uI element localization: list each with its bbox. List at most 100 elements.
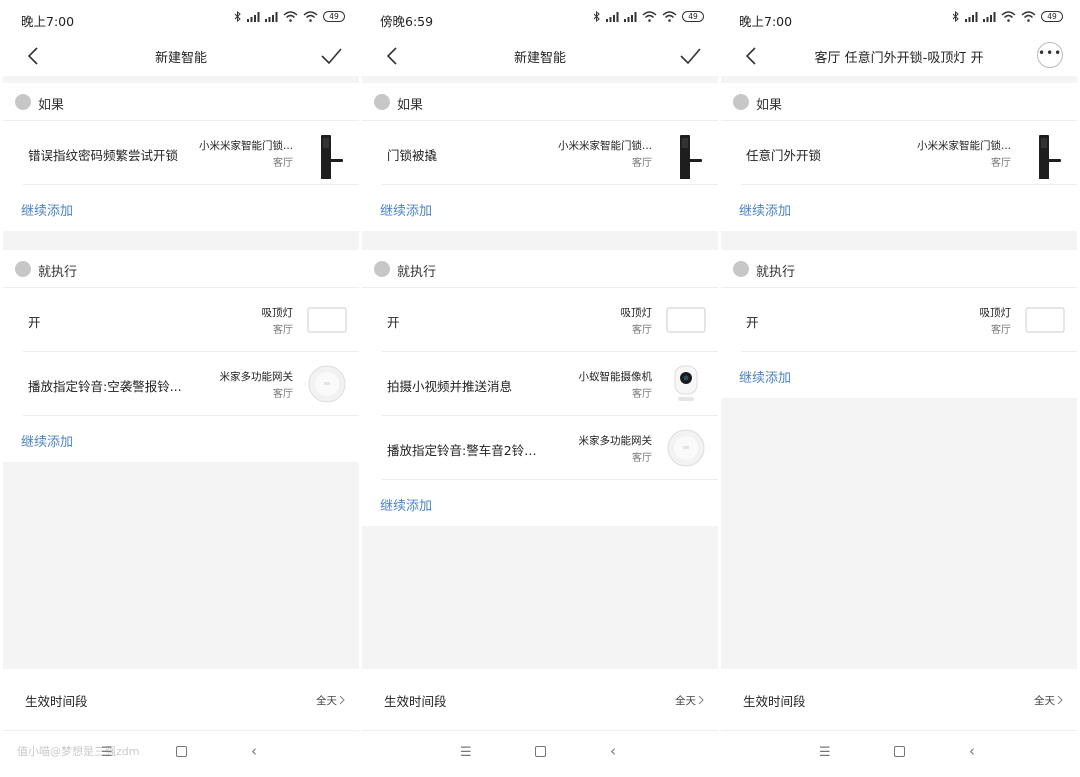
title-bar: 新建智能 bbox=[3, 36, 359, 76]
condition-row[interactable]: 门锁被撬 小米米家智能门锁... 客厅 bbox=[362, 121, 718, 185]
wifi-icon bbox=[283, 11, 298, 22]
back-icon[interactable] bbox=[741, 45, 763, 67]
wifi-icon bbox=[1001, 11, 1016, 22]
confirm-check-icon[interactable] bbox=[678, 45, 702, 67]
bluetooth-icon bbox=[593, 11, 600, 22]
add-condition-link[interactable]: 继续添加 bbox=[739, 200, 791, 219]
home-icon[interactable] bbox=[535, 746, 546, 757]
confirm-check-icon[interactable] bbox=[319, 45, 343, 67]
status-icons: 49 bbox=[593, 11, 704, 22]
signal-hd-icon bbox=[265, 11, 278, 22]
add-condition-link[interactable]: 继续添加 bbox=[380, 200, 432, 219]
add-condition-link[interactable]: 继续添加 bbox=[21, 200, 73, 219]
camera-icon bbox=[674, 365, 698, 401]
add-action-link[interactable]: 继续添加 bbox=[380, 495, 432, 514]
back-icon[interactable] bbox=[23, 45, 45, 67]
device-room: 客厅 bbox=[273, 158, 293, 169]
screen-1: 晚上7:00 49 新建智能 如果 错误指纹密码频繁尝试开锁 小米米家智能门锁.… bbox=[3, 0, 359, 777]
condition-label: 错误指纹密码频繁尝试开锁 bbox=[28, 148, 179, 163]
chevron-right-icon bbox=[698, 695, 704, 705]
device-room: 客厅 bbox=[632, 453, 652, 464]
status-icons: 49 bbox=[234, 11, 345, 22]
screens-container: 晚上7:00 49 新建智能 如果 错误指纹密码频繁尝试开锁 小米米家智能门锁.… bbox=[0, 0, 1080, 777]
condition-label: 门锁被撬 bbox=[387, 148, 438, 163]
page-title: 新建智能 bbox=[154, 51, 207, 66]
action-row[interactable]: 开 吸顶灯 客厅 bbox=[3, 288, 359, 352]
home-icon[interactable] bbox=[176, 746, 187, 757]
system-nav-bar: 值小喵@梦想是三强zdm ☰ ‹ bbox=[3, 731, 359, 777]
action-row[interactable]: 开 吸顶灯 客厅 bbox=[362, 288, 718, 352]
device-room: 客厅 bbox=[991, 325, 1011, 336]
gateway-icon bbox=[667, 429, 705, 467]
action-row[interactable]: 开 吸顶灯 客厅 bbox=[721, 288, 1077, 352]
action-row[interactable]: 播放指定铃音:警车音2铃声... 米家多功能网关 客厅 bbox=[362, 416, 718, 480]
nav-back-icon[interactable]: ‹ bbox=[969, 742, 975, 760]
ceiling-light-icon bbox=[666, 307, 706, 333]
effective-time-row[interactable]: 生效时间段 全天 bbox=[3, 669, 359, 731]
screen-2: 傍晚6:59 49 新建智能 如果 门锁被撬 小米米家智能门锁... 客厅 继续… bbox=[362, 0, 718, 777]
battery-icon: 49 bbox=[682, 11, 704, 22]
device-name: 吸顶灯 bbox=[261, 307, 294, 319]
add-action-row: 继续添加 bbox=[3, 416, 359, 462]
device-name: 小米米家智能门锁... bbox=[557, 140, 652, 152]
system-nav-bar: ☰ ‹ bbox=[721, 731, 1077, 777]
ceiling-light-icon bbox=[307, 307, 347, 333]
condition-label: 任意门外开锁 bbox=[746, 148, 822, 163]
device-name: 小米米家智能门锁... bbox=[916, 140, 1011, 152]
device-room: 客厅 bbox=[991, 158, 1011, 169]
add-action-link[interactable]: 继续添加 bbox=[21, 431, 73, 450]
back-icon[interactable] bbox=[382, 45, 404, 67]
then-label: 就执行 bbox=[397, 265, 437, 280]
effective-time-value: 全天 bbox=[675, 695, 696, 707]
bluetooth-icon bbox=[952, 11, 959, 22]
then-label: 就执行 bbox=[756, 265, 796, 280]
screen-3: 晚上7:00 49 客厅 任意门外开锁-吸顶灯 开 ••• 如果 任意门外开锁 … bbox=[721, 0, 1077, 777]
status-time: 晚上7:00 bbox=[21, 14, 75, 29]
device-room: 客厅 bbox=[632, 158, 652, 169]
action-label: 开 bbox=[746, 315, 759, 330]
action-row[interactable]: 播放指定铃音:空袭警报铃... 米家多功能网关 客厅 bbox=[3, 352, 359, 416]
device-name: 米家多功能网关 bbox=[578, 435, 653, 447]
device-room: 客厅 bbox=[273, 389, 293, 400]
device-room: 客厅 bbox=[632, 325, 652, 336]
effective-time-row[interactable]: 生效时间段 全天 bbox=[362, 669, 718, 731]
nav-back-icon[interactable]: ‹ bbox=[610, 742, 616, 760]
ceiling-light-icon bbox=[1025, 307, 1065, 333]
condition-row[interactable]: 任意门外开锁 小米米家智能门锁... 客厅 bbox=[721, 121, 1077, 185]
device-name: 小米米家智能门锁... bbox=[198, 140, 293, 152]
if-label: 如果 bbox=[756, 98, 783, 113]
device-name: 吸顶灯 bbox=[979, 307, 1012, 319]
then-label: 就执行 bbox=[38, 265, 78, 280]
device-room: 客厅 bbox=[273, 325, 293, 336]
menu-icon[interactable]: ☰ bbox=[819, 745, 831, 760]
list-icon bbox=[374, 94, 390, 110]
list-icon bbox=[733, 94, 749, 110]
effective-time-label: 生效时间段 bbox=[25, 694, 88, 709]
action-label: 开 bbox=[387, 315, 400, 330]
signal-icon bbox=[965, 11, 978, 22]
add-action-link[interactable]: 继续添加 bbox=[739, 367, 791, 386]
action-label: 拍摄小视频并推送消息 bbox=[387, 379, 513, 394]
more-options-icon[interactable]: ••• bbox=[1037, 42, 1063, 68]
door-lock-icon bbox=[1039, 135, 1061, 179]
action-row[interactable]: 拍摄小视频并推送消息 小蚁智能摄像机 客厅 bbox=[362, 352, 718, 416]
then-section-header: 就执行 bbox=[721, 250, 1077, 288]
arrow-right-icon bbox=[733, 261, 749, 277]
device-name: 吸顶灯 bbox=[620, 307, 653, 319]
nav-back-icon[interactable]: ‹ bbox=[251, 742, 257, 760]
menu-icon[interactable]: ☰ bbox=[460, 745, 472, 760]
effective-time-label: 生效时间段 bbox=[384, 694, 447, 709]
if-label: 如果 bbox=[397, 98, 424, 113]
if-section-header: 如果 bbox=[721, 83, 1077, 121]
menu-icon[interactable]: ☰ bbox=[101, 745, 113, 760]
battery-icon: 49 bbox=[323, 11, 345, 22]
condition-row[interactable]: 错误指纹密码频繁尝试开锁 小米米家智能门锁... 客厅 bbox=[3, 121, 359, 185]
home-icon[interactable] bbox=[894, 746, 905, 757]
effective-time-row[interactable]: 生效时间段 全天 bbox=[721, 669, 1077, 731]
action-label: 开 bbox=[28, 315, 41, 330]
status-icons: 49 bbox=[952, 11, 1063, 22]
add-action-row: 继续添加 bbox=[362, 480, 718, 526]
action-label: 播放指定铃音:空袭警报铃... bbox=[28, 379, 182, 394]
wifi-icon bbox=[1021, 11, 1036, 22]
chevron-right-icon bbox=[1057, 695, 1063, 705]
